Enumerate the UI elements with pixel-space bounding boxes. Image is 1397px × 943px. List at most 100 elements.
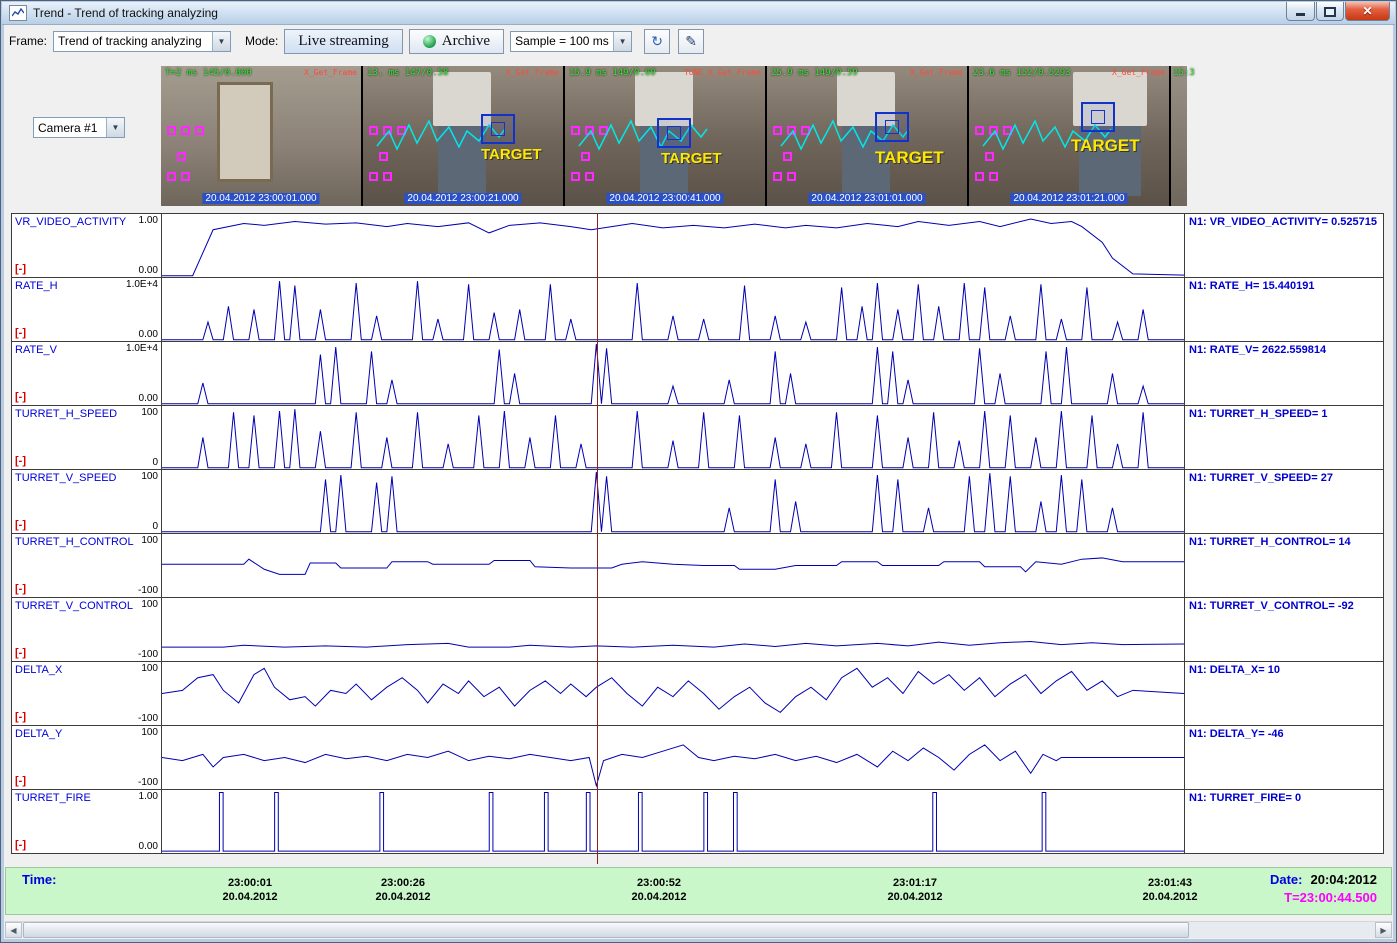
signal-value-panel: N1: DELTA_X= 10 (1184, 662, 1383, 725)
signal-label-panel[interactable]: TURRET_H_CONTROL100[-]-100 (12, 534, 162, 597)
osd-status-text: TUNE_X_Get_Frame (684, 68, 761, 77)
close-button[interactable]: ✕ (1345, 2, 1390, 21)
signal-current-value: N1: TURRET_V_CONTROL= -92 (1189, 600, 1354, 612)
archive-icon (423, 35, 436, 48)
signal-max-label: 1.00 (139, 215, 158, 226)
signal-min-label: -100 (138, 585, 158, 596)
signal-name: RATE_H (15, 280, 58, 292)
signal-collapse-button[interactable]: [-] (15, 583, 26, 595)
trend-chart[interactable] (162, 342, 1184, 405)
time-cursor-line[interactable] (597, 213, 598, 864)
signal-value-panel: N1: TURRET_H_SPEED= 1 (1184, 406, 1383, 469)
sample-select[interactable]: Sample = 100 ms ▼ (510, 31, 632, 52)
tick-time: 23:00:26 (375, 876, 430, 890)
signal-label-panel[interactable]: DELTA_Y100[-]-100 (12, 726, 162, 789)
camera-thumbnails: T=2 ms 145/0.000X_Get_Frame20.04.2012 23… (161, 66, 1187, 206)
signal-max-label: 100 (141, 663, 158, 674)
trends-rows: VR_VIDEO_ACTIVITY1.00[-]0.00N1: VR_VIDEO… (11, 213, 1384, 864)
camera-frame[interactable]: TARGET23.6 ms 152/0.5293X_Get_Frame20.04… (969, 66, 1169, 206)
trend-chart[interactable] (162, 470, 1184, 533)
signal-max-label: 100 (141, 407, 158, 418)
trend-row: TURRET_V_CONTROL100[-]-100 N1: TURRET_V_C… (11, 597, 1384, 662)
minimize-icon (1296, 13, 1305, 16)
chevron-down-icon[interactable]: ▼ (212, 32, 230, 51)
camera-frame[interactable]: TARGET15.9 ms 149/0.60TUNE_X_Get_Frame20… (565, 66, 765, 206)
time-tick: 23:00:0120.04.2012 (222, 876, 277, 904)
signal-label-panel[interactable]: DELTA_X100[-]-100 (12, 662, 162, 725)
toolbar: Frame: Trend of tracking analyzing ▼ Mod… (5, 25, 1392, 57)
frame-select[interactable]: Trend of tracking analyzing ▼ (53, 31, 231, 52)
signal-collapse-button[interactable]: [-] (15, 519, 26, 531)
live-streaming-button[interactable]: Live streaming (284, 29, 402, 54)
signal-collapse-button[interactable]: [-] (15, 647, 26, 659)
camera-section: Camera #1 ▼ T=2 ms 145/0.000X_Get_Frame2… (5, 57, 1392, 213)
frame-timestamp: 20.04.2012 23:00:01.000 (202, 193, 319, 204)
restore-button[interactable] (1316, 2, 1344, 21)
time-label: Time: (22, 872, 56, 887)
trend-chart[interactable] (162, 662, 1184, 725)
tick-date: 20.04.2012 (375, 890, 430, 904)
signal-min-label: -100 (138, 713, 158, 724)
target-box (875, 112, 909, 142)
signal-label-panel[interactable]: RATE_H1.0E+4[-]0.00 (12, 278, 162, 341)
tick-time: 23:01:43 (1142, 876, 1197, 890)
tick-date: 20.04.2012 (887, 890, 942, 904)
camera-frame[interactable]: T=2 ms 145/0.000X_Get_Frame20.04.2012 23… (161, 66, 361, 206)
date-readout: Date:20:04:2012 T=23:00:44.500 (1270, 871, 1377, 907)
signal-label-panel[interactable]: TURRET_H_SPEED100[-]0 (12, 406, 162, 469)
trend-chart[interactable] (162, 406, 1184, 469)
camera-select-value: Camera #1 (38, 121, 97, 135)
signal-collapse-button[interactable]: [-] (15, 263, 26, 275)
camera-frame[interactable]: TARGET13. ms 147/0.58X_Get_Frame20.04.20… (363, 66, 563, 206)
frame-timestamp: 20.04.2012 23:01:21.000 (1010, 193, 1127, 204)
signal-label-panel[interactable]: TURRET_V_CONTROL100[-]-100 (12, 598, 162, 661)
signal-collapse-button[interactable]: [-] (15, 839, 26, 851)
camera-frame[interactable]: TARGET25.9 ms 149/0.59X_Get_Frame20.04.2… (767, 66, 967, 206)
signal-max-label: 1.0E+4 (126, 279, 158, 290)
minimize-button[interactable] (1286, 2, 1315, 21)
osd-timing-text: 15:3 (1173, 68, 1195, 78)
signal-max-label: 100 (141, 471, 158, 482)
pen-icon: ✎ (685, 33, 697, 50)
signal-collapse-button[interactable]: [-] (15, 391, 26, 403)
chevron-down-icon[interactable]: ▼ (106, 118, 124, 137)
signal-max-label: 100 (141, 727, 158, 738)
camera-select[interactable]: Camera #1 ▼ (33, 117, 125, 138)
scrollbar-track[interactable] (22, 922, 1375, 938)
title-bar[interactable]: Trend - Trend of tracking analyzing (2, 2, 1395, 25)
tick-date: 20.04.2012 (1142, 890, 1197, 904)
signal-collapse-button[interactable]: [-] (15, 711, 26, 723)
target-label: TARGET (1071, 136, 1140, 156)
signal-label-panel[interactable]: TURRET_FIRE1.00[-]0.00 (12, 790, 162, 853)
trend-chart[interactable] (162, 534, 1184, 597)
trend-chart[interactable] (162, 726, 1184, 789)
date-label: Date: (1270, 872, 1303, 887)
signal-name: TURRET_V_CONTROL (15, 600, 133, 612)
refresh-button[interactable]: ↻ (644, 29, 670, 54)
camera-frame-partial: 15:3 (1171, 66, 1187, 206)
scrollbar-thumb[interactable] (23, 922, 1189, 938)
signal-label-panel[interactable]: TURRET_V_SPEED100[-]0 (12, 470, 162, 533)
signal-collapse-button[interactable]: [-] (15, 455, 26, 467)
trend-row: DELTA_Y100[-]-100N1: DELTA_Y= -46 (11, 725, 1384, 790)
trend-chart[interactable] (162, 598, 1184, 661)
trend-chart[interactable] (162, 278, 1184, 341)
scroll-right-button[interactable]: ▶ (1375, 922, 1392, 938)
horizontal-scrollbar[interactable]: ◀ ▶ (5, 921, 1392, 938)
live-streaming-label: Live streaming (298, 33, 388, 50)
arrow-left-icon: ◀ (10, 926, 16, 935)
osd-timing-text: 15.9 ms 149/0.60 (569, 68, 656, 78)
archive-button[interactable]: Archive (409, 29, 504, 54)
signal-label-panel[interactable]: VR_VIDEO_ACTIVITY1.00[-]0.00 (12, 214, 162, 277)
frame-timestamp: 20.04.2012 23:01:01.000 (808, 193, 925, 204)
scroll-left-button[interactable]: ◀ (5, 922, 22, 938)
signal-collapse-button[interactable]: [-] (15, 327, 26, 339)
signal-label-panel[interactable]: RATE_V1.0E+4[-]0.00 (12, 342, 162, 405)
trend-chart[interactable] (162, 790, 1184, 853)
signal-value-panel: N1: TURRET_FIRE= 0 (1184, 790, 1383, 853)
annotate-button[interactable]: ✎ (678, 29, 704, 54)
chevron-down-icon[interactable]: ▼ (613, 32, 631, 51)
signal-collapse-button[interactable]: [-] (15, 775, 26, 787)
trend-chart[interactable] (162, 214, 1184, 277)
trend-row: VR_VIDEO_ACTIVITY1.00[-]0.00N1: VR_VIDEO… (11, 213, 1384, 278)
